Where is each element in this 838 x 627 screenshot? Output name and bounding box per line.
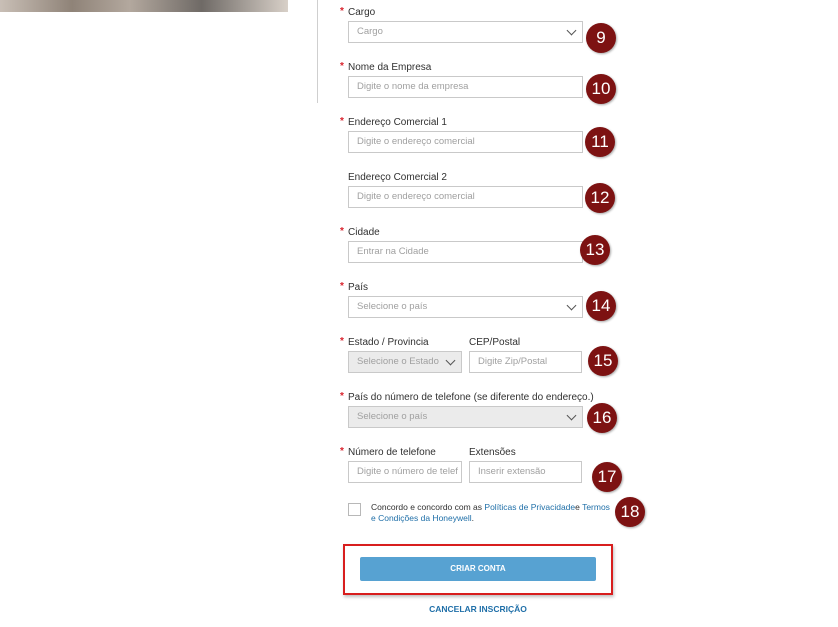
cargo-label: Cargo <box>348 7 376 18</box>
required-marker: * <box>340 446 344 457</box>
privacy-policy-link[interactable]: Políticas de Privacidade <box>484 502 575 512</box>
telefone-input[interactable]: Digite o número de telef <box>348 461 462 483</box>
extensoes-input[interactable]: Inserir extensão <box>469 461 582 483</box>
required-marker: * <box>340 391 344 402</box>
step-badge-18: 18 <box>615 497 645 527</box>
estado-label: Estado / Provincia <box>348 337 429 348</box>
required-marker: * <box>340 336 344 347</box>
cidade-input[interactable]: Entrar na Cidade <box>348 241 583 263</box>
telefone-placeholder: Digite o número de telef <box>357 466 458 477</box>
pais-select[interactable]: Selecione o país <box>348 296 583 318</box>
cidade-placeholder: Entrar na Cidade <box>357 246 429 257</box>
empresa-input[interactable]: Digite o nome da empresa <box>348 76 583 98</box>
cancel-signup-link[interactable]: CANCELAR INSCRIÇÃO <box>418 604 538 614</box>
consent-text-before: Concordo e concordo com as <box>371 502 485 512</box>
chevron-down-icon <box>566 25 577 36</box>
step-badge-11: 11 <box>585 127 615 157</box>
cidade-label: Cidade <box>348 227 380 238</box>
endereco1-input[interactable]: Digite o endereço comercial <box>348 131 583 153</box>
step-badge-10: 10 <box>586 74 616 104</box>
consent-text-after: . <box>471 513 475 523</box>
extensoes-label: Extensões <box>469 447 516 458</box>
estado-select-value: Selecione o Estado <box>357 356 439 367</box>
empresa-placeholder: Digite o nome da empresa <box>357 81 469 92</box>
consent-text: Concordo e concordo com as Políticas de … <box>371 502 616 524</box>
cep-input[interactable]: Digite Zip/Postal <box>469 351 582 373</box>
pais-telefone-select[interactable]: Selecione o país <box>348 406 583 428</box>
required-marker: * <box>340 116 344 127</box>
cargo-select[interactable]: Cargo <box>348 21 583 43</box>
empresa-label: Nome da Empresa <box>348 62 432 73</box>
endereco1-placeholder: Digite o endereço comercial <box>357 136 475 147</box>
required-marker: * <box>340 226 344 237</box>
endereco2-label: Endereço Comercial 2 <box>348 172 447 183</box>
create-account-button[interactable]: CRIAR CONTA <box>360 557 596 581</box>
cep-placeholder: Digite Zip/Postal <box>478 356 548 367</box>
step-badge-13: 13 <box>580 235 610 265</box>
endereco2-input[interactable]: Digite o endereço comercial <box>348 186 583 208</box>
pais-label: País <box>348 282 369 293</box>
step-badge-14: 14 <box>586 291 616 321</box>
hero-image <box>0 0 288 12</box>
step-badge-17: 17 <box>592 462 622 492</box>
pais-select-value: Selecione o país <box>357 301 428 312</box>
endereco2-placeholder: Digite o endereço comercial <box>357 191 475 202</box>
pais-telefone-select-value: Selecione o país <box>357 411 428 422</box>
chevron-down-icon <box>566 410 577 421</box>
consent-checkbox[interactable] <box>348 503 361 516</box>
vertical-divider <box>317 0 318 103</box>
chevron-down-icon <box>445 355 456 366</box>
cargo-select-value: Cargo <box>357 26 383 37</box>
chevron-down-icon <box>566 300 577 311</box>
extensoes-placeholder: Inserir extensão <box>478 466 546 477</box>
step-badge-9: 9 <box>586 23 616 53</box>
required-marker: * <box>340 281 344 292</box>
estado-select[interactable]: Selecione o Estado <box>348 351 462 373</box>
telefone-label: Número de telefone <box>348 447 436 458</box>
pais-telefone-label: País do número de telefone (se diferente… <box>348 392 594 403</box>
required-marker: * <box>340 61 344 72</box>
required-marker: * <box>340 6 344 17</box>
endereco1-label: Endereço Comercial 1 <box>348 117 447 128</box>
step-badge-15: 15 <box>588 346 618 376</box>
cep-label: CEP/Postal <box>469 337 521 348</box>
step-badge-12: 12 <box>585 183 615 213</box>
step-badge-16: 16 <box>587 403 617 433</box>
